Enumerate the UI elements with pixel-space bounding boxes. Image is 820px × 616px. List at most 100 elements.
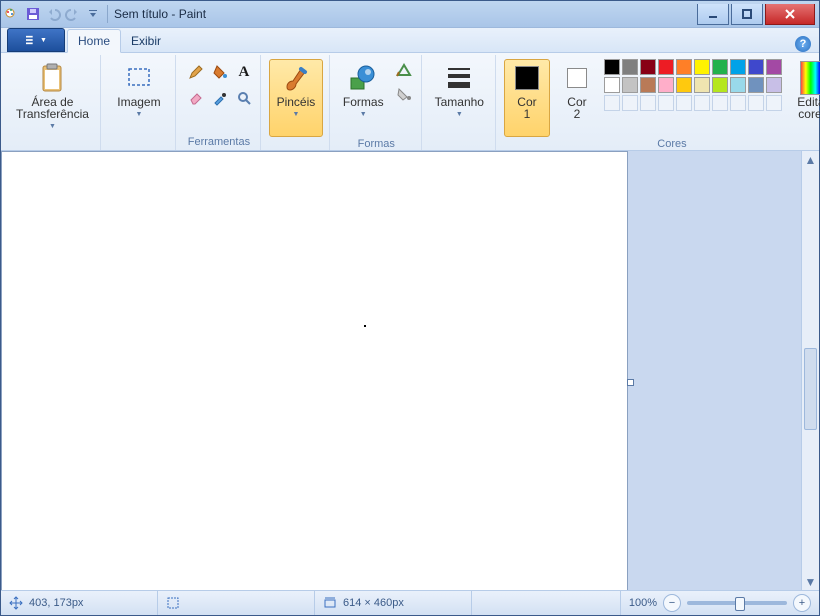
color-swatch[interactable]	[658, 59, 674, 75]
edit-colors-icon	[797, 62, 820, 94]
custom-color-slot[interactable]	[658, 95, 674, 111]
brush-icon	[280, 62, 312, 94]
custom-color-slot[interactable]	[694, 95, 710, 111]
group-colors: Cor 1 Cor 2 Editar cores Cores	[498, 55, 820, 150]
size-button[interactable]: Tamanho ▼	[430, 59, 489, 137]
canvas[interactable]	[1, 151, 628, 590]
shape-outline-button[interactable]	[393, 59, 415, 81]
zoom-value: 100%	[629, 597, 657, 609]
color-swatch[interactable]	[712, 59, 728, 75]
redo-icon[interactable]	[65, 6, 81, 22]
quick-access-toolbar	[5, 6, 101, 22]
group-clipboard: Área de Transferência ▼	[5, 55, 101, 150]
color-palette	[604, 59, 782, 111]
color-swatch[interactable]	[622, 77, 638, 93]
group-brushes: Pincéis ▼	[263, 55, 330, 150]
color-swatch[interactable]	[676, 77, 692, 93]
tab-view[interactable]: Exibir	[121, 30, 171, 52]
drawn-pixel	[364, 325, 366, 327]
status-bar: 403, 173px 614 × 460px 100% − +	[1, 590, 819, 615]
window-controls	[695, 4, 815, 25]
save-icon[interactable]	[25, 6, 41, 22]
eraser-tool[interactable]	[184, 85, 208, 111]
custom-color-slot[interactable]	[748, 95, 764, 111]
edit-colors-label: Editar cores	[797, 96, 820, 120]
color2-button[interactable]: Cor 2	[554, 59, 600, 137]
fill-tool[interactable]	[208, 59, 232, 85]
scroll-track[interactable]	[802, 168, 819, 573]
file-menu-button[interactable]: ▼	[7, 28, 65, 52]
custom-color-slot[interactable]	[640, 95, 656, 111]
title-bar[interactable]: Sem título - Paint	[1, 1, 819, 28]
canvas-size-value: 614 × 460px	[343, 597, 404, 609]
zoom-out-button[interactable]: −	[663, 594, 681, 612]
color-swatch[interactable]	[622, 59, 638, 75]
shapes-gallery-button[interactable]: Formas ▼	[338, 59, 389, 137]
custom-color-slot[interactable]	[766, 95, 782, 111]
custom-color-slot[interactable]	[622, 95, 638, 111]
color-swatch[interactable]	[766, 59, 782, 75]
undo-icon[interactable]	[45, 6, 61, 22]
zoom-in-button[interactable]: +	[793, 594, 811, 612]
status-cursor-position: 403, 173px	[1, 591, 158, 615]
chevron-down-icon: ▼	[456, 109, 463, 121]
help-button[interactable]: ?	[795, 36, 811, 52]
select-button[interactable]: Imagem ▼	[109, 59, 169, 137]
canvas-viewport[interactable]	[1, 151, 801, 590]
custom-color-slot[interactable]	[730, 95, 746, 111]
custom-color-slot[interactable]	[676, 95, 692, 111]
edit-colors-button[interactable]: Editar cores	[786, 59, 820, 137]
color2-label: Cor 2	[567, 96, 586, 120]
tab-home[interactable]: Home	[67, 29, 121, 53]
color-swatch[interactable]	[676, 59, 692, 75]
scroll-down-icon[interactable]: ▼	[802, 573, 819, 590]
resize-handle-right[interactable]	[627, 379, 634, 386]
zoom-slider-thumb[interactable]	[735, 597, 745, 611]
close-button[interactable]	[765, 4, 815, 25]
color1-button[interactable]: Cor 1	[504, 59, 550, 137]
group-label: Formas	[358, 137, 395, 150]
group-label: Ferramentas	[188, 134, 250, 150]
zoom-slider[interactable]	[687, 601, 787, 605]
scroll-up-icon[interactable]: ▲	[802, 151, 819, 168]
color-swatch[interactable]	[640, 77, 656, 93]
color-swatch[interactable]	[748, 59, 764, 75]
paste-label: Área de Transferência	[16, 96, 89, 120]
color-swatch[interactable]	[604, 59, 620, 75]
chevron-down-icon: ▼	[49, 121, 56, 133]
color-swatch[interactable]	[604, 77, 620, 93]
magnifier-tool[interactable]	[232, 85, 256, 111]
text-tool[interactable]: A	[232, 59, 256, 85]
color-swatch[interactable]	[730, 77, 746, 93]
color1-label: Cor 1	[517, 96, 536, 120]
pencil-tool[interactable]	[184, 59, 208, 85]
qat-dropdown-icon[interactable]	[85, 6, 101, 22]
custom-color-slot[interactable]	[604, 95, 620, 111]
color-swatch[interactable]	[640, 59, 656, 75]
color-swatch[interactable]	[694, 77, 710, 93]
vertical-scrollbar[interactable]: ▲ ▼	[801, 151, 819, 590]
color-swatch[interactable]	[658, 77, 674, 93]
color-picker-tool[interactable]	[208, 85, 232, 111]
select-label: Imagem	[117, 96, 160, 108]
color-swatch[interactable]	[766, 77, 782, 93]
ribbon: Área de Transferência ▼ Imagem ▼	[1, 53, 819, 151]
chevron-down-icon: ▼	[360, 109, 367, 121]
app-icon	[5, 6, 21, 22]
custom-color-slot[interactable]	[712, 95, 728, 111]
status-selection-size	[158, 591, 315, 615]
size-label: Tamanho	[435, 96, 484, 108]
color-swatch[interactable]	[712, 77, 728, 93]
paste-button[interactable]: Área de Transferência ▼	[11, 59, 94, 137]
brushes-button[interactable]: Pincéis ▼	[269, 59, 323, 137]
color-swatch[interactable]	[748, 77, 764, 93]
chevron-down-icon: ▼	[292, 109, 299, 121]
minimize-button[interactable]	[697, 4, 729, 25]
maximize-button[interactable]	[731, 4, 763, 25]
shape-fill-button[interactable]	[393, 83, 415, 105]
color-swatch[interactable]	[730, 59, 746, 75]
color-swatch[interactable]	[694, 59, 710, 75]
color1-swatch	[511, 62, 543, 94]
scroll-thumb[interactable]	[804, 348, 817, 430]
brushes-label: Pincéis	[277, 96, 316, 108]
